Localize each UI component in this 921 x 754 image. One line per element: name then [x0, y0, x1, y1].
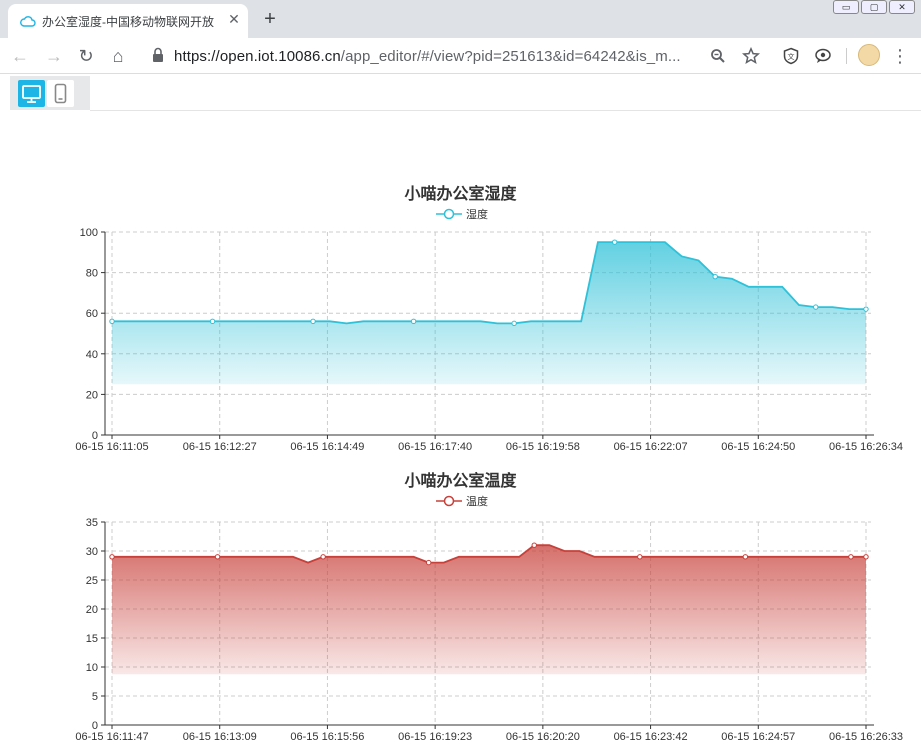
x-tick-label: 06-15 16:19:23 — [398, 731, 472, 743]
close-window-button[interactable]: ✕ — [889, 0, 915, 14]
humidity-chart-title: 小喵办公室湿度 — [404, 186, 517, 203]
data-point — [637, 554, 643, 560]
x-tick-label: 06-15 16:26:34 — [829, 441, 903, 453]
data-point — [611, 239, 618, 245]
y-tick-label: 100 — [80, 227, 98, 239]
y-tick-label: 40 — [86, 349, 98, 361]
url-host: https://open.iot.10086.cn — [174, 48, 341, 65]
address-bar[interactable]: https://open.iot.10086.cn/app_editor/#/v… — [140, 42, 700, 70]
humidity-legend[interactable]: 湿度 — [436, 207, 488, 221]
data-point — [848, 554, 854, 560]
monitor-icon — [22, 85, 41, 103]
data-point — [863, 306, 869, 312]
data-point — [209, 318, 216, 325]
y-tick-label: 25 — [86, 575, 98, 587]
y-tick-label: 5 — [92, 691, 98, 703]
y-tick-label: 10 — [86, 662, 98, 674]
zoom-icon[interactable] — [710, 48, 726, 64]
home-icon[interactable]: ⌂ — [106, 44, 130, 68]
x-tick-label: 06-15 16:12:27 — [183, 441, 257, 453]
new-tab-button[interactable]: + — [258, 8, 282, 32]
x-tick-label: 06-15 16:11:05 — [75, 441, 148, 453]
series-area — [112, 545, 866, 675]
y-tick-label: 60 — [86, 308, 98, 320]
view-switcher — [10, 76, 90, 110]
window-controls: ▭ ▢ ✕ — [833, 0, 915, 14]
browser-window: 办公室湿度-中国移动物联网开放 ✕ + ▭ ▢ ✕ ← → ↻ ⌂ https:… — [0, 0, 921, 754]
cloud-icon — [20, 16, 36, 27]
x-tick-label: 06-15 16:15:56 — [290, 731, 364, 743]
x-tick-label: 06-15 16:22:07 — [614, 441, 688, 453]
tab-strip: 办公室湿度-中国移动物联网开放 ✕ + ▭ ▢ ✕ — [0, 0, 921, 38]
data-point — [410, 318, 417, 325]
data-point — [320, 554, 326, 560]
profile-avatar[interactable] — [858, 44, 880, 66]
data-point — [310, 318, 316, 325]
temperature-legend[interactable]: 温度 — [436, 494, 488, 508]
data-point — [813, 304, 819, 310]
data-point — [863, 554, 869, 560]
forward-arrow-icon[interactable]: → — [42, 44, 66, 68]
y-tick-label: 15 — [86, 633, 98, 645]
x-tick-label: 06-15 16:26:33 — [829, 731, 903, 743]
translate-extension-icon[interactable]: 文 — [782, 47, 800, 65]
legend-line-icon — [436, 495, 462, 507]
data-point — [742, 554, 749, 560]
reader-extension-icon[interactable] — [814, 47, 832, 65]
url-text: https://open.iot.10086.cn/app_editor/#/v… — [174, 48, 681, 65]
data-point — [511, 320, 517, 327]
url-path: /app_editor/#/view?pid=251613&id=64242&i… — [340, 48, 681, 65]
data-point — [109, 554, 115, 560]
data-point — [712, 273, 718, 280]
data-point — [109, 318, 115, 325]
x-tick-label: 06-15 16:11:47 — [75, 731, 148, 743]
temperature-chart-title: 小喵办公室温度 — [404, 473, 517, 490]
back-arrow-icon[interactable]: ← — [8, 44, 32, 68]
x-tick-label: 06-15 16:14:49 — [290, 441, 364, 453]
desktop-view-button[interactable] — [18, 80, 45, 107]
x-tick-label: 06-15 16:20:20 — [506, 731, 580, 743]
x-tick-label: 06-15 16:23:42 — [614, 731, 688, 743]
menu-icon[interactable]: ⋮ — [888, 44, 912, 68]
legend-line-icon — [436, 208, 462, 220]
phone-icon — [54, 83, 67, 104]
temperature-legend-label: 温度 — [466, 496, 488, 508]
star-icon[interactable] — [742, 47, 760, 65]
close-tab-icon[interactable]: ✕ — [226, 11, 242, 27]
maximize-button[interactable]: ▢ — [861, 0, 887, 14]
x-tick-label: 06-15 16:17:40 — [398, 441, 472, 453]
x-tick-label: 06-15 16:19:58 — [506, 441, 580, 453]
mobile-view-button[interactable] — [47, 80, 74, 107]
data-point — [214, 554, 221, 560]
y-tick-label: 30 — [86, 546, 98, 558]
svg-text:文: 文 — [788, 52, 795, 61]
data-point — [425, 559, 432, 566]
tab-title: 办公室湿度-中国移动物联网开放 — [42, 15, 214, 29]
browser-toolbar: ← → ↻ ⌂ https://open.iot.10086.cn/app_ed… — [0, 38, 921, 74]
reload-icon[interactable]: ↻ — [74, 44, 98, 68]
lock-icon — [153, 47, 163, 62]
toolbar-separator — [846, 48, 847, 64]
browser-tab[interactable]: 办公室湿度-中国移动物联网开放 ✕ — [8, 4, 248, 38]
y-tick-label: 35 — [86, 517, 98, 529]
temperature-chart: 0510152025303506-15 16:11:47 06-15 16:13:… — [75, 517, 903, 743]
x-tick-label: 06-15 16:24:50 — [721, 441, 795, 453]
x-tick-label: 06-15 16:24:57 — [721, 731, 795, 743]
x-tick-label: 06-15 16:13:09 — [183, 731, 257, 743]
humidity-chart: 02040608010006-15 16:11:05 06-15 16:12:27… — [75, 227, 903, 453]
y-tick-label: 20 — [86, 604, 98, 616]
y-tick-label: 80 — [86, 268, 98, 280]
y-tick-label: 20 — [86, 389, 98, 401]
header-divider — [90, 110, 921, 111]
data-point — [531, 542, 537, 548]
minimize-button[interactable]: ▭ — [833, 0, 859, 14]
